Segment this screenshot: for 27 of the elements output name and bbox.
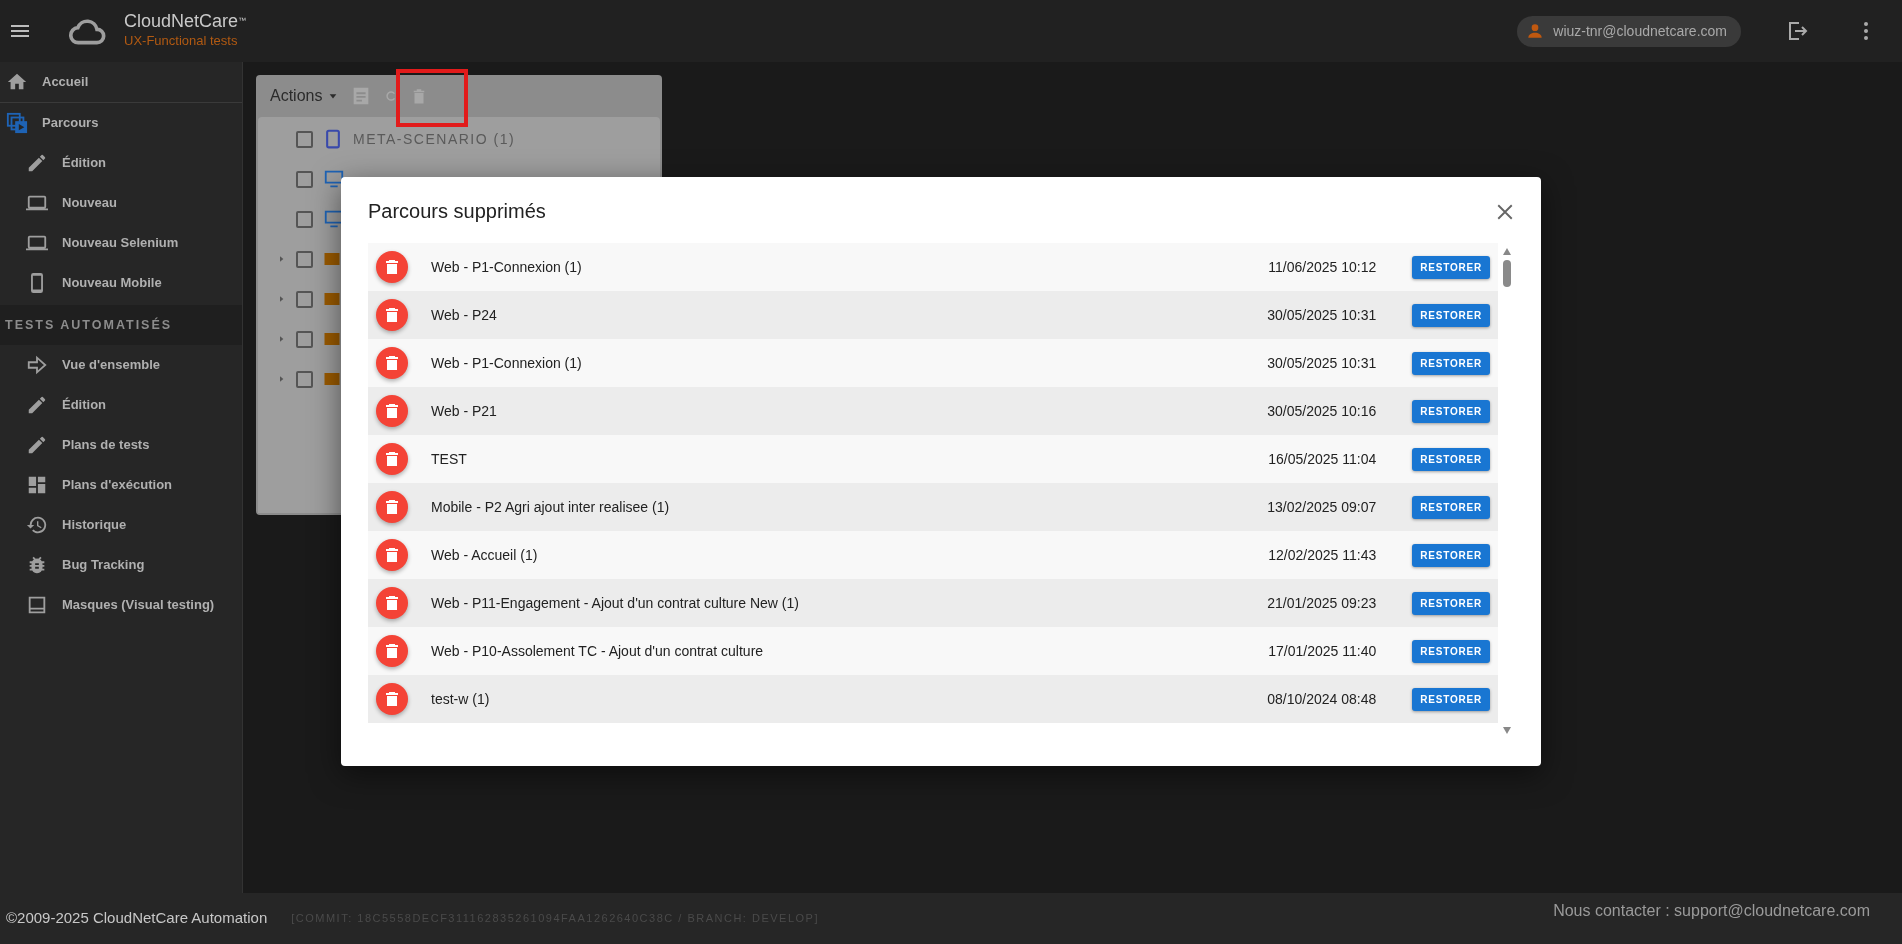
brand-name: CloudNetCare$^{™}$ bbox=[124, 11, 247, 32]
deletion-date: 30/05/2025 10:16 bbox=[1267, 401, 1377, 421]
deletion-date: 30/05/2025 10:31 bbox=[1267, 353, 1377, 373]
item-name: Web - P10-Assolement TC - Ajout d'un contrat culture bbox=[431, 641, 765, 661]
item-name: test-w (1) bbox=[431, 689, 491, 709]
deletion-date: 16/05/2025 11:04 bbox=[1268, 449, 1377, 469]
deletion-date: 08/10/2024 08:48 bbox=[1267, 689, 1377, 709]
deletion-date: 11/06/2025 10:12 bbox=[1268, 257, 1377, 277]
item-name: Web - Accueil (1) bbox=[431, 545, 539, 565]
item-name: Mobile - P2 Agri ajout inter realisee (1) bbox=[431, 497, 671, 517]
copyright-text: ©2009-2025 CloudNetCare Automation bbox=[6, 908, 268, 929]
app-subtitle: UX-Functional tests bbox=[124, 32, 239, 51]
tree-label: META-SCENARIO (1) bbox=[353, 129, 516, 149]
deletion-date: 13/02/2025 09:07 bbox=[1267, 497, 1377, 517]
item-name: Web - P1-Connexion (1) bbox=[431, 257, 583, 277]
deletion-date: 30/05/2025 10:31 bbox=[1267, 305, 1377, 325]
deletion-date: 21/01/2025 09:23 bbox=[1267, 593, 1377, 613]
section-heading: TESTS AUTOMATISÉS bbox=[0, 305, 242, 345]
deletion-date: 12/02/2025 11:43 bbox=[1268, 545, 1377, 565]
item-name: Web - P1-Connexion (1) bbox=[431, 353, 583, 373]
item-name: TEST bbox=[431, 449, 468, 469]
contact-text: Nous contacter : support@cloudnetcare.com bbox=[1553, 901, 1870, 921]
item-name: Web - P21 bbox=[431, 401, 498, 421]
deletion-date: 17/01/2025 11:40 bbox=[1268, 641, 1377, 661]
item-name: Web - P11-Engagement - Ajout d'un contrat culture New (1) bbox=[431, 593, 800, 613]
dialog-title: Parcours supprimés bbox=[368, 199, 546, 223]
item-name: Web - P24 bbox=[431, 305, 498, 325]
